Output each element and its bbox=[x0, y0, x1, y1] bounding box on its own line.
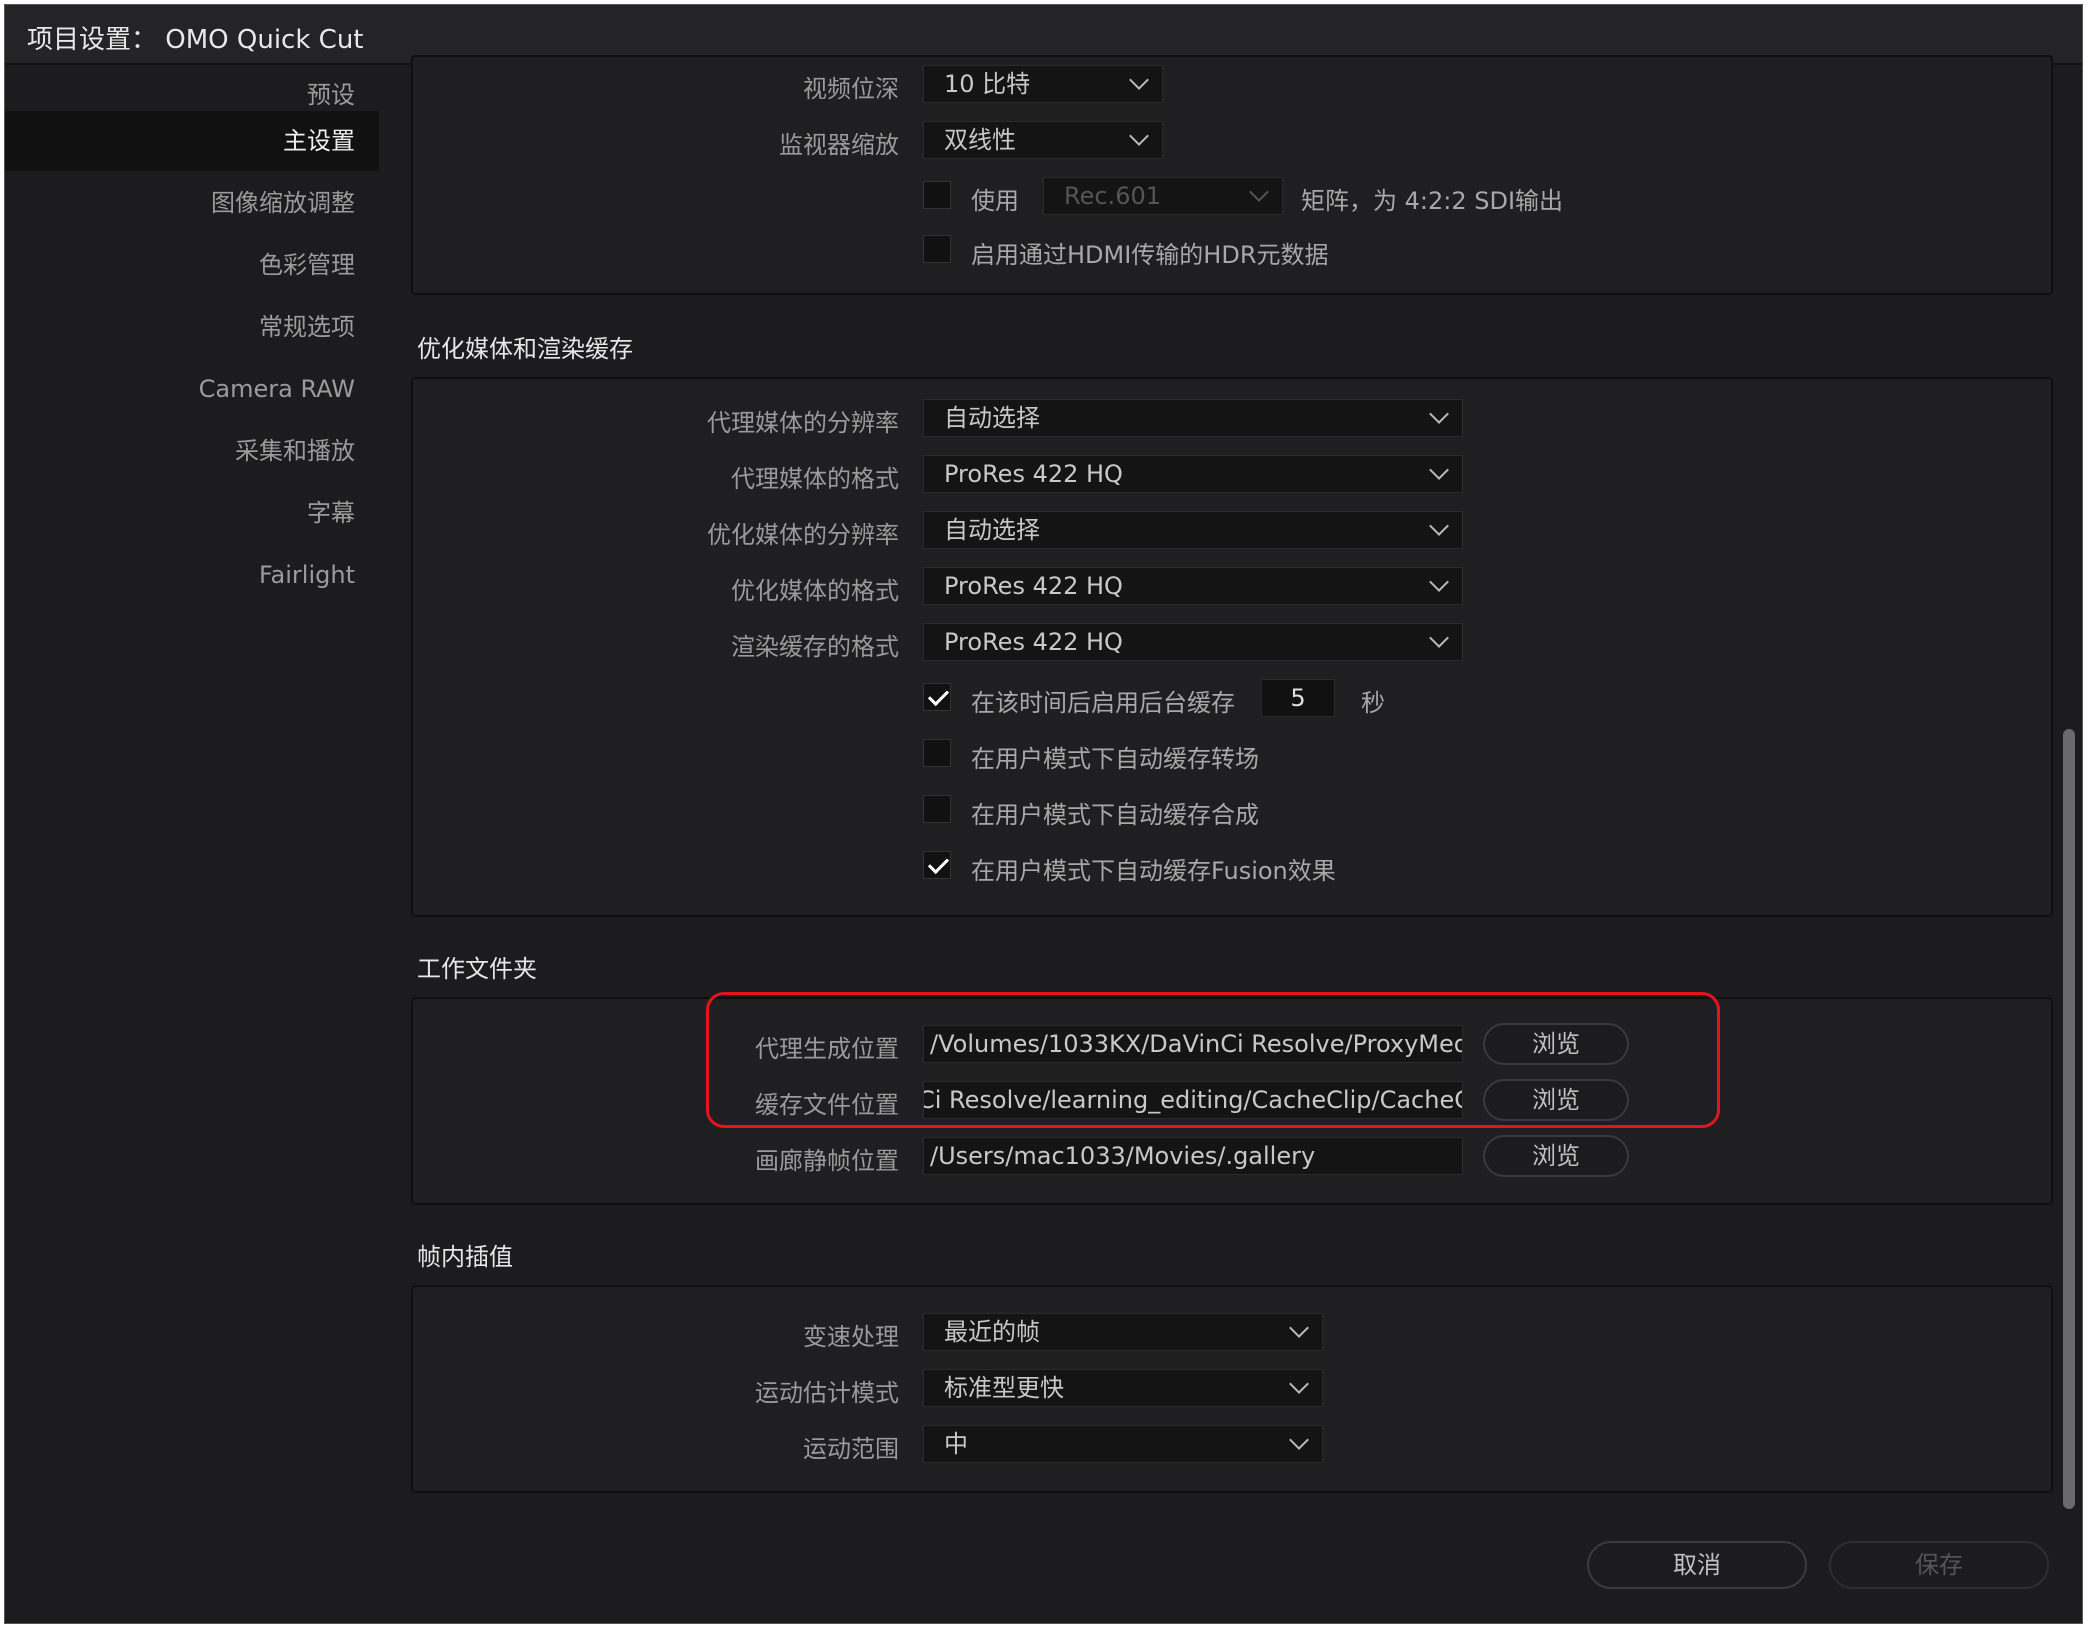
proxy-format-dropdown[interactable]: ProRes 422 HQ bbox=[923, 455, 1463, 493]
sidebar-item-capture-playback[interactable]: 采集和播放 bbox=[5, 421, 379, 481]
project-settings-window: 项目设置： OMO Quick Cut 预设 主设置 图像缩放调整 色彩管理 常… bbox=[4, 4, 2083, 1624]
monitor-scaling-value: 双线性 bbox=[944, 126, 1016, 154]
video-bit-depth-value: 10 比特 bbox=[944, 70, 1031, 98]
optimized-format-dropdown[interactable]: ProRes 422 HQ bbox=[923, 567, 1463, 605]
chevron-down-icon bbox=[1289, 1374, 1309, 1394]
seconds-unit-label: 秒 bbox=[1361, 689, 1385, 717]
chevron-down-icon bbox=[1429, 404, 1449, 424]
gallery-location-label: 画廊静帧位置 bbox=[755, 1147, 899, 1175]
video-bit-depth-dropdown[interactable]: 10 比特 bbox=[923, 65, 1163, 103]
use-matrix-checkbox[interactable] bbox=[923, 181, 951, 209]
matrix-dropdown[interactable]: Rec.601 bbox=[1043, 177, 1283, 215]
chevron-down-icon bbox=[1429, 516, 1449, 536]
sidebar: 预设 主设置 图像缩放调整 色彩管理 常规选项 Camera RAW 采集和播放… bbox=[5, 65, 379, 1623]
sidebar-item-fairlight[interactable]: Fairlight bbox=[5, 545, 379, 605]
optimized-format-label: 优化媒体的格式 bbox=[731, 577, 899, 605]
chevron-down-icon bbox=[1249, 182, 1269, 202]
motion-range-dropdown[interactable]: 中 bbox=[923, 1425, 1323, 1463]
auto-cache-fusion-checkbox[interactable] bbox=[923, 851, 951, 879]
optimized-resolution-dropdown[interactable]: 自动选择 bbox=[923, 511, 1463, 549]
use-matrix-label: 使用 bbox=[971, 187, 1019, 215]
auto-cache-composites-checkbox[interactable] bbox=[923, 795, 951, 823]
chevron-down-icon bbox=[1429, 460, 1449, 480]
motion-range-value: 中 bbox=[944, 1430, 968, 1458]
matrix-value: Rec.601 bbox=[1064, 182, 1161, 210]
auto-cache-composites-label: 在用户模式下自动缓存合成 bbox=[971, 801, 1259, 829]
proxy-resolution-dropdown[interactable]: 自动选择 bbox=[923, 399, 1463, 437]
sidebar-item-subtitles[interactable]: 字幕 bbox=[5, 483, 379, 543]
annotation-highlight-box bbox=[706, 992, 1720, 1128]
sidebar-item-general-options[interactable]: 常规选项 bbox=[5, 297, 379, 357]
sidebar-item-camera-raw[interactable]: Camera RAW bbox=[5, 359, 379, 419]
retime-process-dropdown[interactable]: 最近的帧 bbox=[923, 1313, 1323, 1351]
background-cache-checkbox[interactable] bbox=[923, 683, 951, 711]
working-folders-title: 工作文件夹 bbox=[417, 955, 537, 983]
chevron-down-icon bbox=[1429, 572, 1449, 592]
chevron-down-icon bbox=[1289, 1318, 1309, 1338]
settings-content: 视频位深 10 比特 监视器缩放 双线性 使用 Rec.601 矩阵，为 4:2… bbox=[379, 55, 2059, 1623]
retime-process-value: 最近的帧 bbox=[944, 1318, 1040, 1346]
matrix-suffix-label: 矩阵，为 4:2:2 SDI输出 bbox=[1301, 187, 1564, 215]
sidebar-item-master-settings[interactable]: 主设置 bbox=[5, 111, 379, 171]
render-cache-format-label: 渲染缓存的格式 bbox=[731, 633, 899, 661]
vertical-scrollbar[interactable] bbox=[2063, 729, 2075, 1509]
hdr-metadata-label: 启用通过HDMI传输的HDR元数据 bbox=[971, 241, 1329, 269]
motion-range-label: 运动范围 bbox=[803, 1435, 899, 1463]
auto-cache-fusion-label: 在用户模式下自动缓存Fusion效果 bbox=[971, 857, 1336, 885]
checkmark-icon bbox=[927, 852, 950, 875]
render-cache-format-value: ProRes 422 HQ bbox=[944, 628, 1123, 656]
optimized-format-value: ProRes 422 HQ bbox=[944, 572, 1123, 600]
motion-estimation-label: 运动估计模式 bbox=[755, 1379, 899, 1407]
proxy-format-label: 代理媒体的格式 bbox=[731, 465, 899, 493]
monitor-scaling-dropdown[interactable]: 双线性 bbox=[923, 121, 1163, 159]
proxy-resolution-label: 代理媒体的分辨率 bbox=[707, 409, 899, 437]
checkmark-icon bbox=[927, 684, 950, 707]
chevron-down-icon bbox=[1129, 70, 1149, 90]
gallery-location-field[interactable]: /Users/mac1033/Movies/.gallery bbox=[923, 1137, 1463, 1175]
monitor-scaling-label: 监视器缩放 bbox=[779, 131, 899, 159]
sidebar-item-color-management[interactable]: 色彩管理 bbox=[5, 235, 379, 295]
window-title: 项目设置： OMO Quick Cut bbox=[27, 25, 364, 55]
background-cache-label: 在该时间后启用后台缓存 bbox=[971, 689, 1235, 717]
motion-estimation-value: 标准型更快 bbox=[944, 1374, 1064, 1402]
gallery-browse-button[interactable]: 浏览 bbox=[1483, 1135, 1629, 1177]
optimized-resolution-label: 优化媒体的分辨率 bbox=[707, 521, 899, 549]
render-cache-format-dropdown[interactable]: ProRes 422 HQ bbox=[923, 623, 1463, 661]
save-button[interactable]: 保存 bbox=[1829, 1541, 2049, 1589]
chevron-down-icon bbox=[1429, 628, 1449, 648]
chevron-down-icon bbox=[1129, 126, 1149, 146]
optimized-media-title: 优化媒体和渲染缓存 bbox=[417, 335, 633, 363]
auto-cache-transitions-label: 在用户模式下自动缓存转场 bbox=[971, 745, 1259, 773]
frame-interpolation-title: 帧内插值 bbox=[417, 1243, 513, 1271]
motion-estimation-dropdown[interactable]: 标准型更快 bbox=[923, 1369, 1323, 1407]
chevron-down-icon bbox=[1289, 1430, 1309, 1450]
sidebar-item-image-scaling[interactable]: 图像缩放调整 bbox=[5, 173, 379, 233]
background-cache-seconds-input[interactable]: 5 bbox=[1261, 679, 1335, 717]
proxy-resolution-value: 自动选择 bbox=[944, 404, 1040, 432]
hdr-metadata-checkbox[interactable] bbox=[923, 235, 951, 263]
video-bit-depth-label: 视频位深 bbox=[803, 75, 899, 103]
retime-process-label: 变速处理 bbox=[803, 1323, 899, 1351]
optimized-resolution-value: 自动选择 bbox=[944, 516, 1040, 544]
cancel-button[interactable]: 取消 bbox=[1587, 1541, 1807, 1589]
auto-cache-transitions-checkbox[interactable] bbox=[923, 739, 951, 767]
proxy-format-value: ProRes 422 HQ bbox=[944, 460, 1123, 488]
